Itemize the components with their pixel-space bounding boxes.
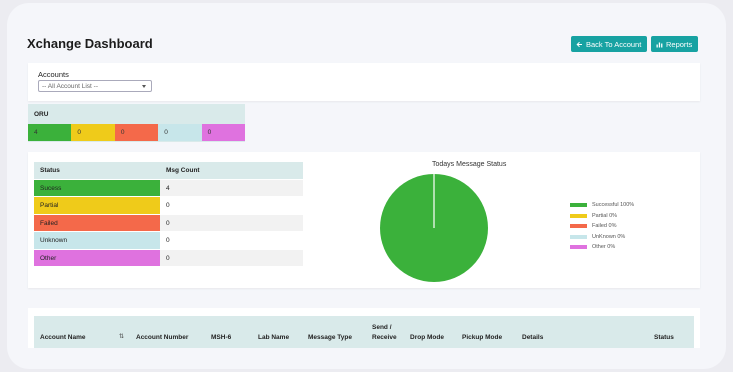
account-select[interactable]: -- All Account List -- xyxy=(38,80,152,92)
msg-count-cell: 4 xyxy=(160,179,303,196)
status-row: Sucess 4 xyxy=(34,179,303,197)
status-table-header: Status Msg Count xyxy=(34,162,303,180)
legend-item[interactable]: Partial 0% xyxy=(570,211,634,222)
legend-label: UnKnown 0% xyxy=(592,233,626,240)
status-row: Other 0 xyxy=(34,249,303,267)
msg-count-cell: 0 xyxy=(160,249,303,266)
column-header[interactable]: Drop Mode xyxy=(410,334,444,341)
oru-count-cell: 0 xyxy=(201,124,246,141)
oru-counts: 40000 xyxy=(28,124,246,141)
legend-swatch xyxy=(570,234,587,239)
column-header[interactable]: Pickup Mode xyxy=(462,334,502,341)
reports-label: Reports xyxy=(666,39,693,49)
legend-label: Successful 100% xyxy=(592,202,635,209)
accounts-card: Accounts -- All Account List -- xyxy=(28,63,700,101)
msg-count-cell: 0 xyxy=(160,197,303,214)
column-header[interactable]: Lab Name xyxy=(258,334,289,341)
legend-label: Failed 0% xyxy=(592,223,617,230)
messages-table-header: Account Name Account Number MSH-6 Lab Name M… xyxy=(34,316,694,348)
dashboard-frame: Xchange Dashboard Back To Account Report… xyxy=(7,3,726,369)
msg-count-cell: 0 xyxy=(160,214,303,231)
legend-swatch xyxy=(570,224,587,229)
messages-table-card: Account Name Account Number MSH-6 Lab Name M… xyxy=(28,308,700,348)
reports-button[interactable]: Reports xyxy=(651,36,698,52)
oru-panel: ORU 40000 xyxy=(28,104,246,142)
chevron-down-icon xyxy=(142,85,146,88)
oru-count-cell: 0 xyxy=(158,124,202,141)
column-header[interactable]: Details xyxy=(522,334,543,341)
msg-count-column-header: Msg Count xyxy=(160,162,303,179)
oru-label: ORU xyxy=(34,111,49,118)
legend-swatch xyxy=(570,213,587,218)
accounts-label: Accounts xyxy=(38,70,69,79)
status-cell: Sucess xyxy=(34,179,160,196)
column-header[interactable]: Account Number xyxy=(136,334,188,341)
message-status-pie-chart xyxy=(380,174,488,282)
oru-count-cell: 0 xyxy=(71,124,115,141)
bar-chart-icon xyxy=(656,41,663,48)
status-cell: Unknown xyxy=(34,232,160,249)
status-cell: Partial xyxy=(34,197,160,214)
status-row: Partial 0 xyxy=(34,197,303,215)
page-title: Xchange Dashboard xyxy=(27,36,153,51)
pie-chart-title: Todays Message Status xyxy=(432,161,507,168)
status-cell: Failed xyxy=(34,214,160,231)
column-header[interactable]: Status xyxy=(654,334,674,341)
account-select-value: -- All Account List -- xyxy=(42,82,98,90)
sort-icon[interactable]: ⇅ xyxy=(119,333,124,340)
pie-chart-legend: Successful 100% Partial 0% Failed 0% UnKnow… xyxy=(570,200,634,253)
column-header[interactable]: Account Name xyxy=(40,334,86,341)
legend-item[interactable]: UnKnown 0% xyxy=(570,232,634,243)
legend-swatch xyxy=(570,245,587,250)
status-row: Failed 0 xyxy=(34,214,303,232)
legend-swatch xyxy=(570,203,587,208)
back-to-account-label: Back To Account xyxy=(586,39,642,49)
msg-count-cell: 0 xyxy=(160,232,303,249)
back-to-account-button[interactable]: Back To Account xyxy=(571,36,647,52)
arrow-left-icon xyxy=(576,41,583,48)
status-row: Unknown 0 xyxy=(34,232,303,250)
oru-count-cell: 0 xyxy=(114,124,159,141)
legend-item[interactable]: Other 0% xyxy=(570,242,634,253)
legend-label: Partial 0% xyxy=(592,212,618,219)
status-column-header: Status xyxy=(34,162,160,179)
status-card: Status Msg Count Sucess 4 Partial 0 Failed 0 U… xyxy=(28,152,700,288)
oru-count-cell: 4 xyxy=(28,124,72,141)
legend-item[interactable]: Successful 100% xyxy=(570,200,634,211)
status-table: Status Msg Count Sucess 4 Partial 0 Failed 0 U… xyxy=(34,162,303,267)
status-cell: Other xyxy=(34,249,160,266)
legend-label: Other 0% xyxy=(592,244,616,251)
column-header[interactable]: Send / Receive xyxy=(372,323,397,343)
legend-item[interactable]: Failed 0% xyxy=(570,221,634,232)
column-header[interactable]: Message Type xyxy=(308,334,352,341)
column-header[interactable]: MSH-6 xyxy=(211,334,231,341)
